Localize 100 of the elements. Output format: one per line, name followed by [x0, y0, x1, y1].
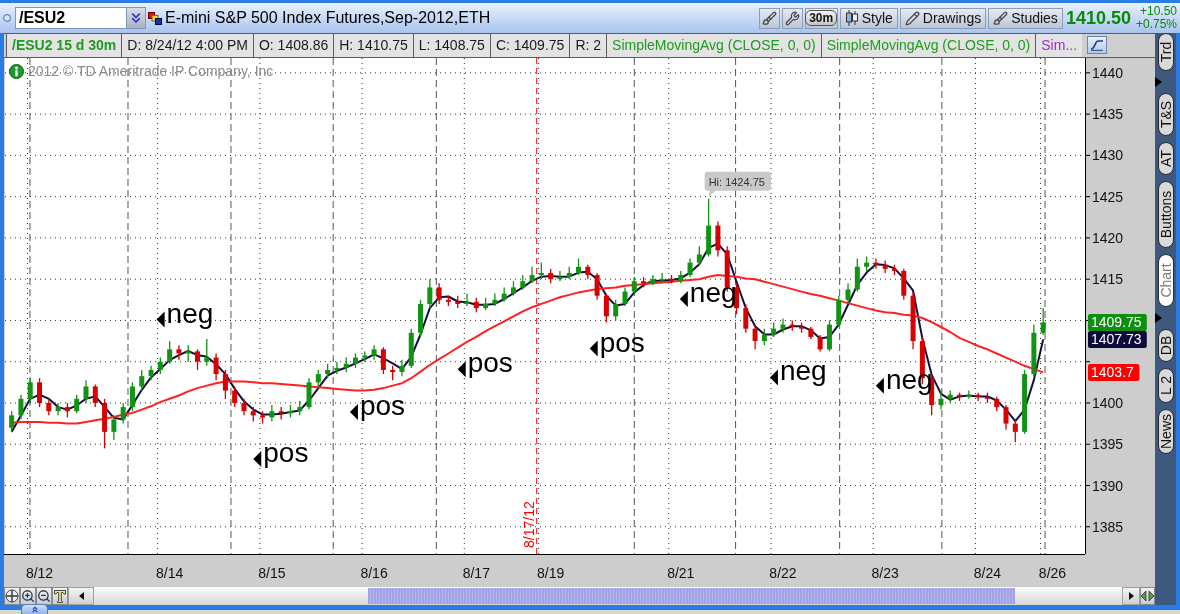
candle [836, 295, 842, 328]
price-tag: 1407.73 [1088, 331, 1147, 348]
candle [27, 377, 33, 404]
high-price-callout: Hi: 1424.75 [704, 171, 771, 197]
candle [538, 262, 544, 280]
zoom-in-icon [21, 589, 35, 603]
candle [585, 264, 591, 280]
candle [548, 268, 554, 284]
candle [882, 259, 888, 274]
chart-note: pos [263, 437, 309, 469]
dropdown-button[interactable] [126, 7, 146, 29]
zoom-in-button[interactable] [20, 587, 36, 605]
text-tool-button[interactable] [52, 587, 68, 605]
chart-style-button[interactable] [1087, 36, 1108, 54]
candle [901, 268, 907, 301]
candle [55, 402, 61, 416]
candle [325, 363, 331, 379]
candle [185, 344, 191, 363]
info-icon [9, 64, 24, 79]
side-tab[interactable]: Chart [1157, 254, 1174, 307]
candle [260, 410, 266, 425]
candle [176, 344, 182, 361]
pan-button[interactable] [4, 587, 20, 605]
side-tab[interactable]: T&S [1157, 93, 1174, 136]
candle [529, 266, 535, 284]
candle [826, 319, 832, 353]
candle [808, 326, 814, 340]
candle [148, 365, 154, 381]
candle [18, 394, 24, 421]
x-axis-label: 8/21 [667, 565, 695, 581]
chart-note: pos [599, 326, 645, 358]
x-axis-label: 8/15 [258, 565, 286, 581]
candle [743, 303, 749, 334]
candle [315, 369, 321, 388]
candle [668, 274, 674, 284]
candle [687, 257, 693, 278]
chart-note: neg [166, 297, 214, 329]
candle [83, 379, 89, 404]
candle [195, 348, 200, 371]
x-axis-label: 8/19 [537, 565, 565, 581]
candle [157, 356, 163, 375]
wrench-button[interactable] [781, 7, 803, 29]
circle-icon [3, 14, 11, 22]
triangle-marker-icon [253, 451, 262, 468]
study-label: SimpleMovingAvg (CLOSE, 0, 0) [820, 34, 1036, 57]
side-tab[interactable]: Buttons [1157, 181, 1174, 248]
candle [1022, 369, 1028, 435]
candle [204, 338, 210, 367]
candle [631, 276, 637, 295]
chart-note: neg [779, 355, 827, 387]
candle [752, 323, 758, 350]
side-tab[interactable]: AT [1157, 142, 1174, 175]
interval-button[interactable]: 30m [804, 7, 838, 29]
y-axis-label: 1385 [1092, 518, 1124, 535]
quote-value: L: 1408.75 [412, 34, 490, 57]
candle [343, 356, 349, 373]
scrollbar-thumb[interactable] [368, 588, 1015, 604]
candle [167, 340, 173, 365]
candle [427, 278, 433, 309]
candle [250, 406, 256, 423]
candle [222, 369, 228, 400]
symbol-field[interactable]: /ESU2 [15, 7, 126, 29]
triangle-marker-icon [679, 291, 688, 307]
candle [966, 389, 972, 400]
candle [984, 392, 990, 404]
candle [1040, 307, 1046, 336]
brush-button[interactable] [758, 7, 780, 29]
chart-note: pos [359, 390, 406, 422]
collapse-tab[interactable] [21, 604, 48, 614]
brush-icon [761, 10, 777, 26]
y-axis-label: 1390 [1092, 477, 1124, 494]
candle [1031, 323, 1037, 377]
side-tab[interactable]: DB [1157, 329, 1174, 362]
side-tab[interactable]: L 2 [1157, 368, 1174, 403]
candle [445, 295, 451, 307]
toolbar-button[interactable]: Studies [988, 7, 1063, 29]
candle [334, 361, 340, 375]
scroll-right-button[interactable] [1122, 587, 1140, 605]
toolbar-button[interactable]: Style [839, 7, 898, 29]
candle [771, 321, 777, 338]
candle [306, 377, 312, 410]
candle [399, 359, 405, 377]
y-axis-label: 1415 [1092, 271, 1124, 288]
side-tab[interactable]: Trd [1157, 33, 1174, 71]
candle [473, 297, 479, 313]
candle [436, 282, 442, 305]
side-tab[interactable]: News [1157, 409, 1174, 454]
arrows-icon [1141, 590, 1154, 602]
scroll-left-button[interactable] [68, 587, 94, 605]
quote-value: O: 1408.86 [252, 34, 334, 57]
zoom-out-button[interactable] [36, 587, 52, 605]
triangle-marker-icon [769, 369, 778, 386]
y-axis-label: 1430 [1092, 147, 1124, 164]
candle [603, 292, 609, 324]
toolbar-button[interactable]: Drawings [899, 7, 987, 29]
triangle-marker-icon [589, 340, 598, 357]
fit-button[interactable] [1140, 587, 1155, 605]
candle [269, 404, 275, 423]
study-label: Sim... [1035, 34, 1083, 57]
candle [9, 410, 15, 433]
